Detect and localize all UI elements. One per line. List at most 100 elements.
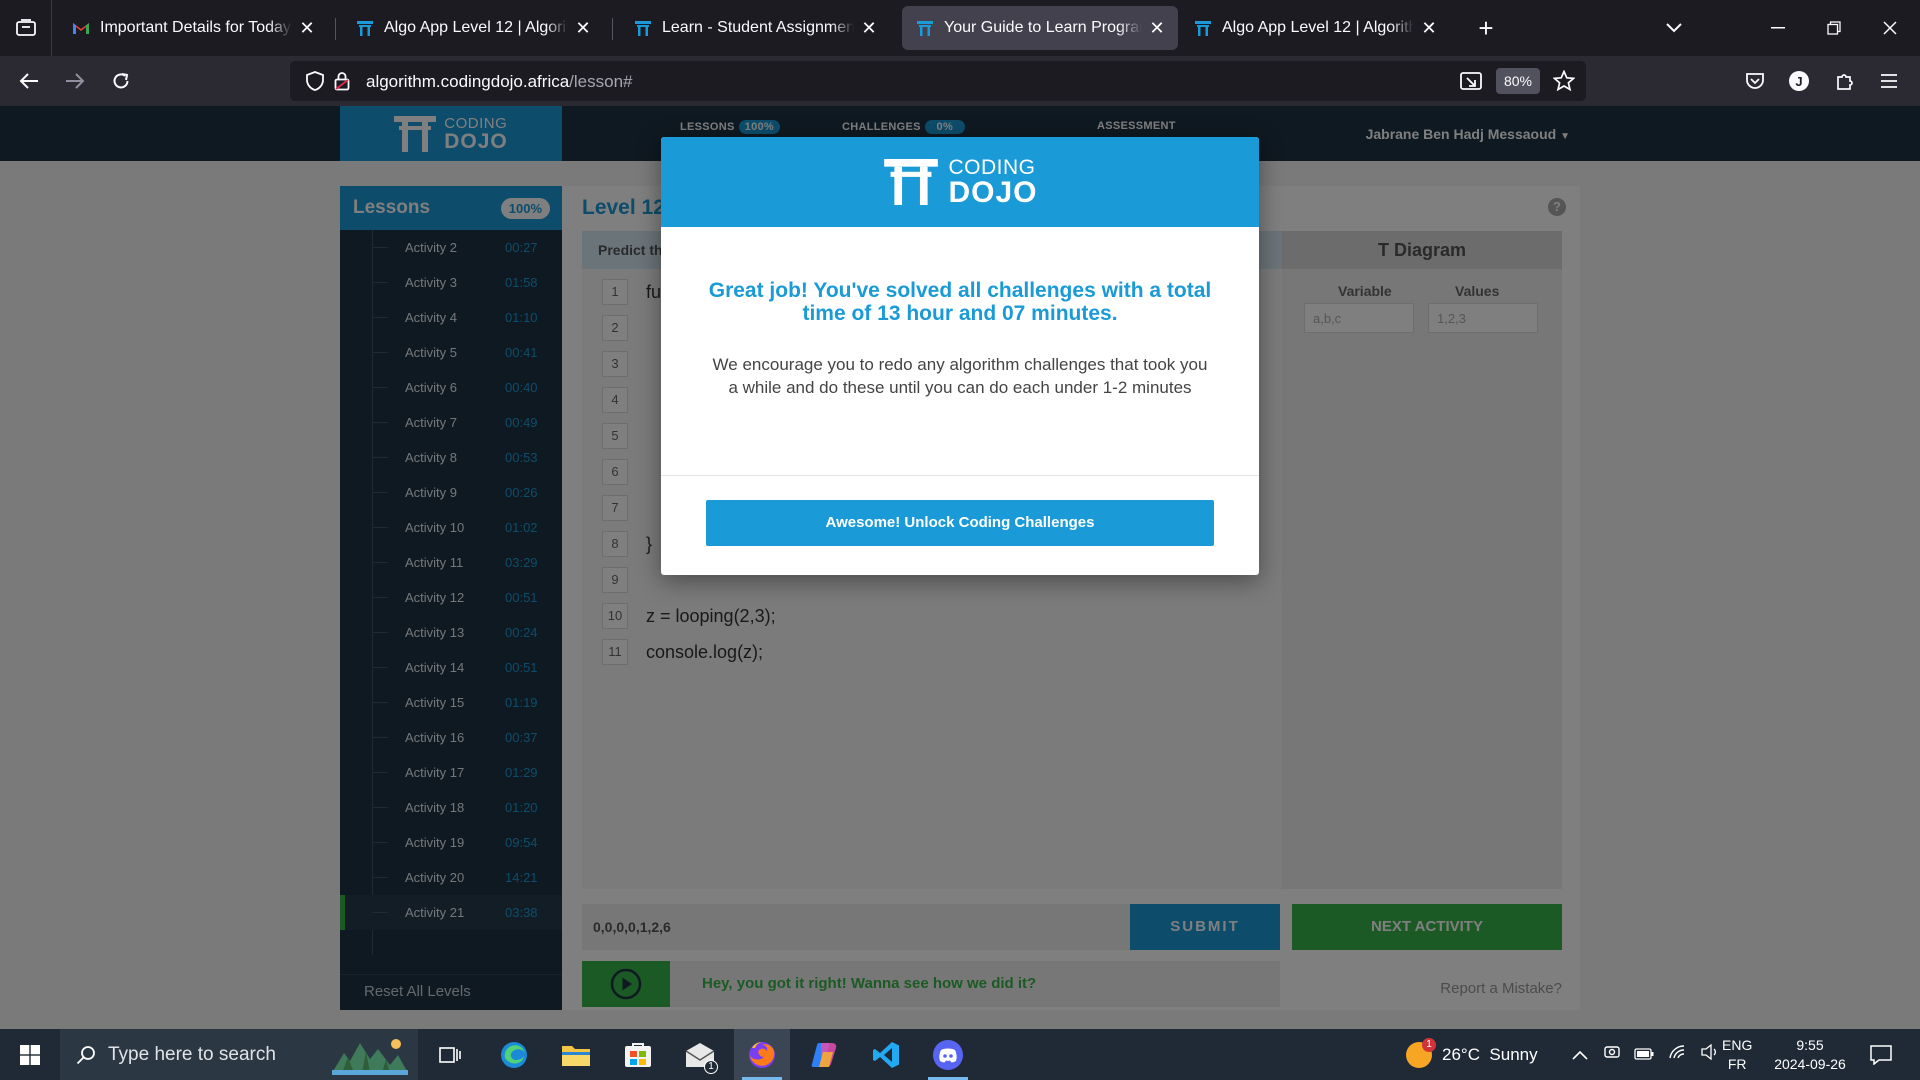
close-icon [1883,21,1897,35]
minimize-button[interactable] [1750,0,1806,56]
close-icon[interactable]: ✕ [1148,18,1166,39]
taskbar-copilot[interactable] [796,1029,852,1080]
tab-learn-student[interactable]: Learn - Student Assignment Che ✕ [620,6,890,50]
pocket-icon [1746,73,1764,89]
language-indicator[interactable]: ENG FR [1722,1029,1752,1080]
folder-icon [562,1045,590,1066]
restore-icon [1827,21,1841,35]
torii-gate-icon [884,159,939,205]
clock[interactable]: 9:55 2024-09-26 [1768,1029,1852,1080]
notification-icon [1870,1044,1892,1065]
account-button[interactable]: J [1784,66,1814,96]
microsoft-store-icon [625,1042,651,1067]
tab-separator [335,18,336,40]
taskbar-vscode[interactable] [858,1029,914,1080]
browser-tab-bar: Important Details for Today's Be ✕ Algo … [0,0,1920,56]
firefox-icon [749,1041,775,1068]
account-avatar-icon: J [1789,71,1809,91]
windows-logo-icon [20,1044,40,1065]
new-tab-button[interactable]: + [1458,0,1514,56]
logo-word-coding: CODING [948,155,1036,179]
browser-nav-bar: algorithm.codingdojo.africa/lesson# 80% … [0,56,1920,106]
chevron-up-icon[interactable] [1572,1045,1588,1065]
pocket-button[interactable] [1740,66,1770,96]
taskbar-search[interactable]: Type here to search [60,1029,418,1080]
web-page: CODING DOJO LESSONS100% CHALLENGES0% ASS… [0,106,1920,1029]
reader-view-icon[interactable] [1460,71,1482,96]
battery-icon[interactable] [1634,1045,1654,1065]
modal-title: Great job! You've solved all challenges … [708,279,1212,325]
tab-title: Important Details for Today's Be [100,19,292,36]
tab-your-guide[interactable]: Your Guide to Learn Programmi ✕ [902,6,1178,50]
tab-gmail[interactable]: Important Details for Today's Be ✕ [58,6,328,50]
tab-title: Algo App Level 12 | Algorithm C [384,19,568,36]
tab-title: Learn - Student Assignment Che [662,19,854,36]
notifications-button[interactable] [1866,1029,1896,1080]
minimize-icon [1771,27,1785,29]
close-icon[interactable]: ✕ [860,18,878,39]
coding-dojo-favicon-icon [356,19,374,37]
plus-icon: + [1478,12,1494,43]
forward-button[interactable] [60,66,90,96]
edge-browser-icon [501,1041,527,1068]
weather-widget[interactable]: 1 26°C Sunny [1406,1029,1538,1080]
weather-badge: 1 [1422,1037,1436,1052]
lock-icon[interactable] [334,71,350,96]
search-icon [76,1045,95,1064]
windows-taskbar: Type here to search 1 1 26°C Sunny ENG F… [0,1029,1920,1080]
chevron-down-icon [1666,23,1682,33]
close-window-button[interactable] [1862,0,1918,56]
taskbar-file-explorer[interactable] [548,1029,604,1080]
meet-now-icon[interactable] [1604,1043,1620,1066]
taskbar-edge[interactable] [486,1029,542,1080]
close-icon[interactable]: ✕ [1420,18,1438,39]
mail-badge: 1 [704,1060,718,1074]
restore-button[interactable] [1806,0,1862,56]
wifi-icon[interactable] [1668,1044,1688,1065]
copilot-icon [811,1042,837,1067]
tab-list-button[interactable] [0,0,52,56]
modal-message: We encourage you to redo any algorithm c… [712,355,1208,397]
reload-button[interactable] [106,66,136,96]
url-path: /lesson# [569,72,633,91]
tracking-shield-icon[interactable] [306,71,324,96]
task-view-button[interactable] [422,1029,478,1080]
menu-button[interactable] [1874,66,1904,96]
tab-title: Your Guide to Learn Programmi [944,19,1142,36]
coding-dojo-logo: CODING DOJO [882,157,1037,208]
tab-algo-app-2[interactable]: Algo App Level 12 | Algorithm C ✕ [1180,6,1450,50]
divider [661,475,1259,476]
close-icon[interactable]: ✕ [298,18,316,39]
list-all-tabs-button[interactable] [1646,0,1702,56]
taskbar-firefox[interactable] [734,1029,790,1080]
taskbar-mail[interactable]: 1 [672,1029,728,1080]
back-button[interactable] [14,66,44,96]
hamburger-menu-icon [1881,74,1897,88]
url-bar[interactable]: algorithm.codingdojo.africa/lesson# 80% [290,61,1586,101]
tab-separator [612,18,613,40]
taskbar-discord[interactable] [920,1029,976,1080]
task-view-icon [439,1046,461,1063]
url-text[interactable]: algorithm.codingdojo.africa/lesson# [366,72,633,92]
arrow-left-icon [19,73,38,89]
volume-icon[interactable] [1700,1043,1720,1065]
coding-dojo-favicon-icon [634,19,652,37]
tab-list-icon [15,19,36,36]
modal-header: CODING DOJO [661,137,1259,227]
search-placeholder: Type here to search [108,1043,276,1065]
start-button[interactable] [0,1029,60,1080]
logo-word-dojo: DOJO [948,175,1038,209]
bookmark-star-icon[interactable] [1552,69,1576,97]
url-domain: algorithm.codingdojo.africa [366,72,570,91]
search-highlight-image-icon [332,1035,408,1080]
language-secondary: FR [1727,1055,1747,1072]
tab-algo-app-1[interactable]: Algo App Level 12 | Algorithm C ✕ [342,6,604,50]
extensions-button[interactable] [1830,66,1860,96]
zoom-level-button[interactable]: 80% [1496,68,1540,94]
taskbar-store[interactable] [610,1029,666,1080]
close-icon[interactable]: ✕ [574,18,592,39]
language-primary: ENG [1722,1036,1753,1053]
arrow-right-icon [66,73,85,89]
puzzle-icon [1837,74,1853,90]
unlock-challenges-button[interactable]: Awesome! Unlock Coding Challenges [706,500,1214,546]
